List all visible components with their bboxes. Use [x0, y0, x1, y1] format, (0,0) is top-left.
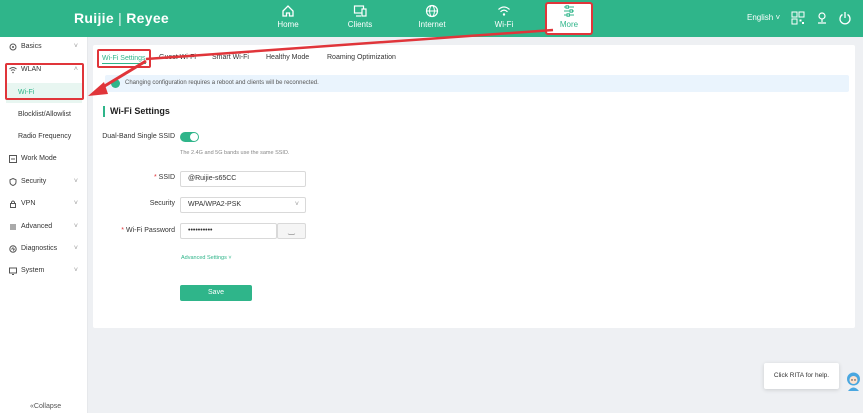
system-icon — [9, 267, 17, 275]
sidebar-item-radio-frequency[interactable]: Radio Frequency — [6, 127, 82, 147]
nav-wifi[interactable]: Wi-Fi — [474, 4, 534, 34]
chevron-down-icon: ˅ — [294, 201, 299, 208]
info-icon — [111, 79, 120, 88]
notice-banner: Changing configuration requires a reboot… — [105, 75, 849, 92]
logout-icon[interactable] — [838, 11, 852, 25]
sidebar-item-security[interactable]: Security ˅ — [0, 172, 88, 192]
tab-wifi-settings[interactable]: Wi-Fi Settings — [97, 49, 151, 68]
wlan-highlight-box — [5, 63, 84, 100]
qr-code-icon[interactable] — [791, 11, 805, 25]
nav-home[interactable]: Home — [258, 4, 318, 34]
dual-band-hint: The 2.4G and 5G bands use the same SSID. — [180, 150, 290, 156]
collapse-button[interactable]: «Collapse — [30, 403, 61, 410]
sidebar-item-basics[interactable]: Basics ˅ — [0, 37, 88, 57]
password-label: * Wi-Fi Password — [121, 227, 175, 234]
help-tooltip[interactable]: Click RITA for help. — [764, 363, 839, 389]
sidebar-item-system[interactable]: System ˅ — [0, 261, 88, 281]
wifi-icon — [498, 6, 510, 16]
eye-closed-icon: ‿ — [288, 226, 295, 235]
home-icon — [282, 5, 294, 17]
language-selector[interactable]: English ˅ — [747, 13, 780, 22]
top-nav-bar: Ruijie | Reyee Home Clients Internet Wi-… — [0, 0, 863, 37]
ssid-label: * SSID — [153, 174, 175, 181]
tab-healthy-mode[interactable]: Healthy Mode — [266, 54, 309, 61]
sidebar-item-blocklist[interactable]: Blocklist/Allowlist — [6, 105, 82, 125]
tab-roaming-optimization[interactable]: Roaming Optimization — [327, 54, 396, 61]
main-content: Wi-Fi Settings Guest Wi-Fi Smart Wi-Fi H… — [93, 45, 855, 328]
settings-sliders-icon — [564, 5, 574, 17]
network-icon[interactable] — [815, 11, 829, 25]
advanced-settings-link[interactable]: Advanced Settings ˅ — [181, 255, 232, 261]
sidebar-item-diagnostics[interactable]: Diagnostics ˅ — [0, 239, 88, 259]
save-button[interactable]: Save — [180, 285, 252, 301]
ssid-input[interactable]: @Ruijie-s65CC — [180, 171, 306, 187]
diagnostics-icon — [9, 245, 17, 253]
globe-icon — [425, 4, 439, 18]
tab-bar: Wi-Fi Settings Guest Wi-Fi Smart Wi-Fi H… — [93, 45, 855, 71]
nav-more[interactable]: More — [545, 2, 593, 35]
password-input[interactable]: •••••••••• — [180, 223, 277, 239]
work-mode-icon — [9, 155, 17, 163]
rita-assistant-icon[interactable] — [845, 371, 862, 392]
tab-guest-wifi[interactable]: Guest Wi-Fi — [159, 54, 196, 61]
vpn-icon — [10, 200, 16, 208]
nav-internet[interactable]: Internet — [402, 4, 462, 34]
nav-clients[interactable]: Clients — [330, 4, 390, 34]
show-password-toggle[interactable]: ‿ — [277, 223, 306, 239]
section-title: Wi-Fi Settings — [103, 106, 170, 117]
advanced-icon — [10, 224, 16, 230]
sidebar-item-vpn[interactable]: VPN ˅ — [0, 194, 88, 214]
dual-band-label: Dual-Band Single SSID — [102, 133, 175, 140]
sidebar-item-advanced[interactable]: Advanced ˅ — [0, 217, 88, 237]
tab-smart-wifi[interactable]: Smart Wi-Fi — [212, 54, 249, 61]
dual-band-toggle[interactable] — [180, 132, 199, 142]
shield-icon — [9, 178, 17, 186]
security-select[interactable]: WPA/WPA2-PSK ˅ — [180, 197, 306, 213]
sidebar: Basics ˅ WLAN ˄ Wi-Fi Blocklist/Allowlist … — [0, 37, 88, 413]
gear-icon — [9, 43, 17, 51]
clients-icon — [353, 5, 367, 17]
sidebar-item-work-mode[interactable]: Work Mode — [0, 149, 88, 169]
brand-logo: Ruijie | Reyee — [74, 10, 170, 26]
security-label: Security — [149, 200, 175, 207]
